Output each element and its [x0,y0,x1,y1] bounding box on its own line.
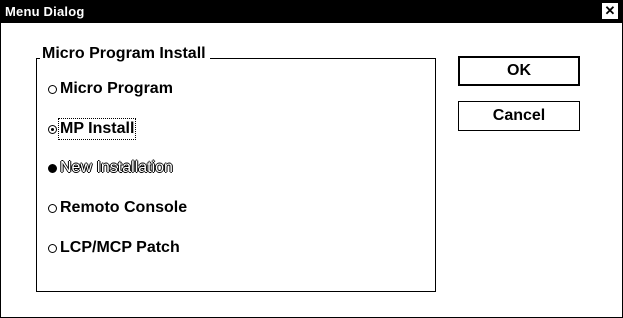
cancel-button[interactable]: Cancel [458,101,580,131]
radio-mp-install[interactable]: MP Install [48,118,137,140]
radio-circle-icon [48,243,57,253]
radio-remoto-console[interactable]: Remoto Console [48,197,187,219]
radio-lcp-mcp-patch[interactable]: LCP/MCP Patch [48,237,180,259]
radio-micro-program[interactable]: Micro Program [48,78,173,100]
close-icon: ✕ [604,3,616,18]
radio-label-lcp-mcp-patch: LCP/MCP Patch [60,239,180,256]
radio-circle-icon [48,203,57,213]
close-button[interactable]: ✕ [602,3,618,19]
radio-label-new-installation: New Installation [60,159,173,176]
radio-circle-icon [48,84,57,94]
radio-filled-icon [48,163,57,173]
group-label: Micro Program Install [40,45,210,63]
ok-button[interactable]: OK [458,56,580,86]
radio-new-installation: New Installation [48,157,173,179]
radio-checked-icon [48,124,57,134]
radio-label-micro-program: Micro Program [60,80,173,97]
radio-label-remoto-console: Remoto Console [60,199,188,216]
title-bar[interactable]: Menu Dialog ✕ [1,1,622,23]
radio-label-mp-install: MP Install [57,118,137,140]
window-title: Menu Dialog [5,4,85,19]
